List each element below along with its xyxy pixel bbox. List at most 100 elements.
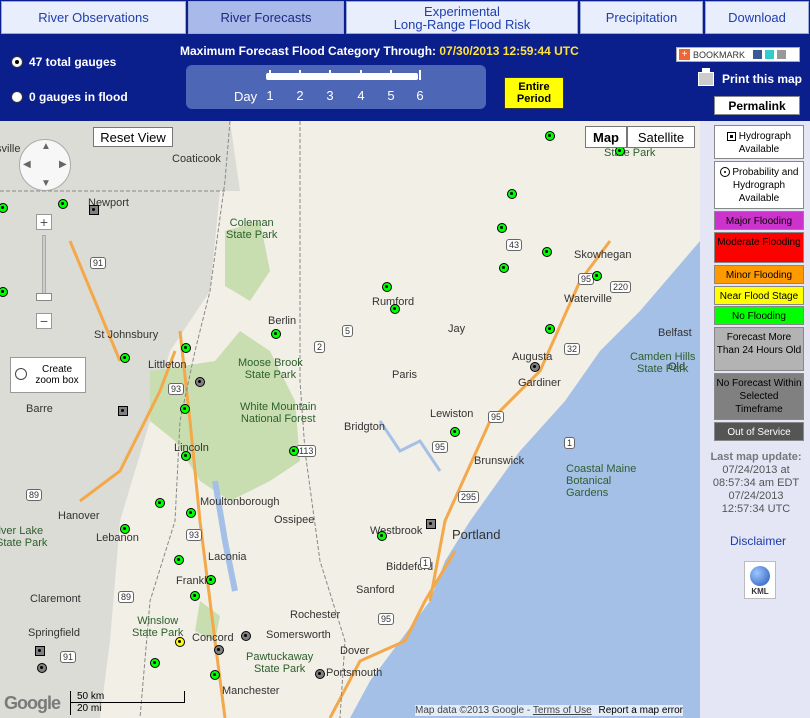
day-number[interactable]: 4 <box>354 88 368 103</box>
pan-left-icon[interactable]: ◀ <box>23 159 31 170</box>
pan-down-icon[interactable]: ▼ <box>41 178 51 189</box>
river-gauge-marker[interactable] <box>426 519 436 529</box>
tab-river-observations[interactable]: River Observations <box>1 1 186 34</box>
river-gauge-marker[interactable] <box>241 631 251 641</box>
river-gauge-marker[interactable] <box>382 282 392 292</box>
day-number[interactable]: 6 <box>413 88 427 103</box>
print-map-link[interactable]: Print this map <box>698 68 802 86</box>
river-gauge-marker[interactable] <box>190 591 200 601</box>
flood-gauges-option[interactable]: 0 gauges in flood <box>11 90 128 104</box>
day-number[interactable]: 2 <box>293 88 307 103</box>
highway-shield: 91 <box>90 257 107 269</box>
bookmark-button[interactable]: + BOOKMARK <box>676 47 800 62</box>
last-update-utc: 07/24/2013 12:57:34 UTC <box>721 490 791 515</box>
river-gauge-marker[interactable] <box>592 271 602 281</box>
legend-no-flooding: No Flooding <box>714 306 804 325</box>
river-gauge-marker[interactable] <box>181 451 191 461</box>
river-gauge-marker[interactable] <box>530 362 540 372</box>
zoom-slider-thumb[interactable] <box>36 293 52 301</box>
forecast-title-text: Maximum Forecast Flood Category Through: <box>180 44 437 58</box>
tab-long-range-flood-risk[interactable]: Experimental Long-Range Flood Risk <box>346 1 578 34</box>
disclaimer-link[interactable]: Disclaimer <box>710 534 806 548</box>
river-gauge-marker[interactable] <box>210 670 220 680</box>
highway-shield: 113 <box>296 445 317 457</box>
legend-moderate: Moderate Flooding <box>714 232 804 263</box>
zoom-rail[interactable] <box>42 235 46 299</box>
river-gauge-marker[interactable] <box>186 508 196 518</box>
terms-link[interactable]: Terms of Use <box>533 705 592 716</box>
river-gauge-marker[interactable] <box>195 377 205 387</box>
tab-precipitation[interactable]: Precipitation <box>580 1 703 34</box>
map-canvas[interactable]: sville Coaticook Newport St Johnsbury Ba… <box>0 121 700 718</box>
day-number[interactable]: 1 <box>263 88 277 103</box>
scale-mi: 20 mi <box>70 703 150 715</box>
river-gauge-marker[interactable] <box>120 353 130 363</box>
total-gauges-option[interactable]: 47 total gauges <box>11 55 116 69</box>
twitter-icon[interactable] <box>765 50 775 59</box>
pan-control[interactable]: ▲ ▼ ◀ ▶ <box>19 139 71 191</box>
river-gauge-marker[interactable] <box>58 199 68 209</box>
probability-circle-icon <box>719 167 730 178</box>
river-gauge-marker[interactable] <box>497 223 507 233</box>
day-number[interactable]: 3 <box>323 88 337 103</box>
zoom-out-button[interactable]: − <box>36 313 52 329</box>
pan-right-icon[interactable]: ▶ <box>59 159 67 170</box>
highway-shield: 89 <box>26 489 43 501</box>
river-gauge-marker[interactable] <box>542 247 552 257</box>
river-gauge-marker[interactable] <box>118 406 128 416</box>
place-label: Springfield <box>28 627 80 639</box>
slider-tick <box>299 70 301 80</box>
map-type-satellite-button[interactable]: Satellite <box>627 126 695 148</box>
river-gauge-marker[interactable] <box>545 131 555 141</box>
river-gauge-marker[interactable] <box>35 646 45 656</box>
last-update-title: Last map update: <box>710 451 802 463</box>
river-gauge-marker[interactable] <box>289 446 299 456</box>
river-gauge-marker[interactable] <box>507 189 517 199</box>
river-gauge-marker[interactable] <box>315 669 325 679</box>
day-number[interactable]: 5 <box>384 88 398 103</box>
highway-shield: 93 <box>168 383 185 395</box>
river-gauge-marker[interactable] <box>37 663 47 673</box>
day-slider[interactable] <box>266 73 418 80</box>
river-gauge-marker[interactable] <box>377 531 387 541</box>
kml-download-button[interactable]: KML <box>744 561 776 599</box>
river-gauge-marker[interactable] <box>174 555 184 565</box>
place-label: Moultonborough <box>200 496 280 508</box>
total-gauges-radio[interactable] <box>11 56 23 68</box>
river-gauge-marker[interactable] <box>545 324 555 334</box>
reset-view-button[interactable]: Reset View <box>93 127 173 147</box>
river-gauge-marker[interactable] <box>120 524 130 534</box>
river-gauge-marker[interactable] <box>180 404 190 414</box>
river-gauge-marker[interactable] <box>206 575 216 585</box>
email-icon[interactable] <box>777 50 787 59</box>
zoom-in-button[interactable]: + <box>36 214 52 230</box>
report-map-error-link[interactable]: Report a map error <box>599 705 683 716</box>
river-gauge-marker[interactable] <box>150 658 160 668</box>
google-logo: Google <box>4 693 61 713</box>
river-gauge-marker[interactable] <box>155 498 165 508</box>
legend-major: Major Flooding <box>714 211 804 230</box>
highway-shield: 89 <box>118 591 135 603</box>
river-gauge-marker[interactable] <box>271 329 281 339</box>
create-zoom-box-button[interactable]: Create zoom box <box>10 357 86 393</box>
permalink-button[interactable]: Permalink <box>714 96 800 115</box>
river-gauge-marker[interactable] <box>175 637 185 647</box>
pan-up-icon[interactable]: ▲ <box>41 141 51 152</box>
highway-shield: 93 <box>186 529 203 541</box>
map-type-map-button[interactable]: Map <box>585 126 627 148</box>
entire-period-button[interactable]: Entire Period <box>504 77 564 109</box>
river-gauge-marker[interactable] <box>499 263 509 273</box>
highway-shield: 43 <box>506 239 523 251</box>
tab-download[interactable]: Download <box>705 1 809 34</box>
create-zoom-box-label: Create zoom box <box>35 364 79 386</box>
river-gauge-marker[interactable] <box>214 645 224 655</box>
facebook-icon[interactable] <box>753 50 763 59</box>
place-label: Barre <box>26 403 53 415</box>
river-gauge-marker[interactable] <box>450 427 460 437</box>
river-gauge-marker[interactable] <box>390 304 400 314</box>
flood-gauges-radio[interactable] <box>11 91 23 103</box>
river-gauge-marker[interactable] <box>89 205 99 215</box>
tab-river-forecasts[interactable]: River Forecasts <box>188 1 344 34</box>
river-gauge-marker[interactable] <box>181 343 191 353</box>
place-label: sville <box>0 143 21 155</box>
